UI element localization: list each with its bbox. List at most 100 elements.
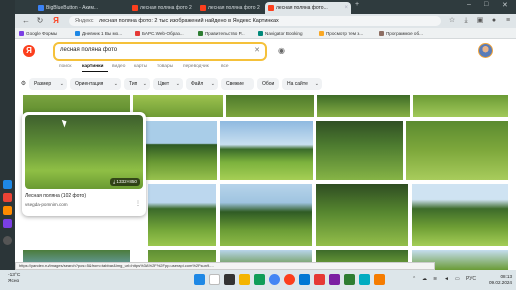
bookmark-item[interactable]: Navigator Booking	[258, 29, 303, 38]
input-language[interactable]: РУС	[466, 276, 476, 282]
image-result[interactable]	[226, 95, 314, 117]
clear-icon[interactable]: ✕	[254, 46, 260, 54]
image-result[interactable]	[220, 184, 312, 246]
reload-icon[interactable]: ↻	[35, 16, 45, 26]
search-icon[interactable]	[209, 274, 220, 285]
service-translator[interactable]: переводчик	[183, 64, 209, 69]
search-input[interactable]: лесная поляна фото ✕	[53, 42, 267, 61]
clock[interactable]: 08:13 09.02.2024	[484, 274, 512, 286]
extensions-icon[interactable]: ▣	[475, 16, 485, 26]
app-icon[interactable]	[254, 274, 265, 285]
tray-chevron-icon[interactable]: ⌃	[412, 276, 416, 282]
wifi-icon[interactable]: ≋	[433, 276, 437, 282]
bookmarks-bar: Google Формы Дневник 1 Вы мо... БАРС.Web…	[15, 28, 516, 39]
active-tab-underline	[82, 71, 108, 72]
cloud-icon[interactable]: ☁	[422, 276, 427, 282]
weather-widget[interactable]: -13°C Ясно	[8, 273, 20, 285]
bookmark-item[interactable]: Программое об...	[379, 29, 423, 38]
image-size-badge[interactable]: ⤓ 1332×850	[110, 178, 140, 186]
camera-search-icon[interactable]: ◉	[278, 46, 285, 55]
filters-row: ⚙ Размер ⌄ Ориентация ⌄ Тип ⌄ Цвет ⌄ Файл ⌄ С…	[15, 78, 516, 91]
tab-search-1[interactable]: лесная поляна фото 2	[129, 2, 195, 14]
filter-color[interactable]: Цвет ⌄	[153, 78, 183, 90]
tab-bigbluebutton[interactable]: BigBlueButton - Аким...	[35, 2, 127, 14]
battery-icon[interactable]: ▭	[455, 276, 460, 282]
close-tab-icon[interactable]: ×	[344, 2, 348, 14]
yandex-home-icon[interactable]: Я	[51, 16, 61, 26]
screen: BigBlueButton - Аким... лесная поляна фо…	[0, 0, 516, 290]
app-icon[interactable]	[329, 274, 340, 285]
app-icon[interactable]	[374, 274, 385, 285]
tab-label: лесная поляна фото 2	[208, 5, 260, 11]
profile-icon[interactable]: ●	[489, 16, 499, 26]
tab-label: BigBlueButton - Аким...	[46, 5, 99, 11]
tab-label: лесная поляна фото...	[276, 5, 328, 11]
image-result[interactable]	[133, 95, 223, 117]
app-icon[interactable]	[344, 274, 355, 285]
address-bar[interactable]: Яндекс лесная поляна фото: 2 тыс изображ…	[69, 16, 441, 26]
tab-strip: BigBlueButton - Аким... лесная поляна фо…	[15, 0, 516, 14]
image-result[interactable]	[148, 184, 216, 246]
tab-favicon	[132, 5, 138, 11]
filter-type[interactable]: Тип ⌄	[124, 78, 150, 90]
app-icon[interactable]	[299, 274, 310, 285]
maximize-button[interactable]: □	[484, 1, 488, 8]
image-source-site[interactable]: vsegda-pomnim.com	[25, 202, 68, 207]
task-view-icon[interactable]	[224, 274, 235, 285]
bookmark-item[interactable]: Правительство Р...	[198, 29, 245, 38]
filter-orientation[interactable]: Ориентация ⌄	[70, 78, 121, 90]
more-options-icon[interactable]: ⋮	[135, 200, 141, 207]
bookmark-item[interactable]: Просмотр тем з...	[319, 29, 363, 38]
image-preview[interactable]: ⤓ 1332×850	[25, 115, 143, 189]
avatar[interactable]	[478, 43, 493, 58]
filter-wallpapers[interactable]: Обои	[257, 78, 279, 90]
bookmark-item[interactable]: Google Формы	[19, 29, 57, 38]
app-icon[interactable]	[359, 274, 370, 285]
yandex-browser-icon[interactable]	[284, 274, 295, 285]
image-result[interactable]	[412, 184, 508, 246]
volume-icon[interactable]: ◄	[444, 276, 449, 282]
service-images[interactable]: картинки	[82, 64, 103, 69]
image-result[interactable]	[220, 121, 313, 180]
tab-search-active[interactable]: лесная поляна фото... ×	[265, 2, 351, 14]
image-result[interactable]	[413, 95, 508, 117]
image-hover-card[interactable]: ⤓ 1332×850 Лесная поляна (102 фото) vseg…	[22, 112, 146, 216]
back-arrow-icon[interactable]: ←	[21, 16, 31, 26]
filters-icon[interactable]: ⚙	[18, 78, 29, 90]
bookmark-item[interactable]: БАРС.Web-Образ...	[135, 29, 184, 38]
file-explorer-icon[interactable]	[239, 274, 250, 285]
filter-on-site[interactable]: На сайте ⌄	[282, 78, 322, 90]
filter-file[interactable]: Файл ⌄	[186, 78, 218, 90]
weather-text: Ясно	[8, 279, 20, 284]
settings-icon[interactable]	[3, 236, 12, 245]
app-icon[interactable]	[314, 274, 325, 285]
service-all[interactable]: все	[221, 64, 229, 69]
messenger-icon[interactable]	[3, 180, 12, 189]
filter-fresh[interactable]: Свежие	[221, 78, 254, 90]
close-window-button[interactable]: ✕	[502, 1, 508, 9]
minimize-button[interactable]: –	[467, 1, 471, 8]
app-icon[interactable]	[3, 193, 12, 202]
menu-icon[interactable]: ≡	[503, 16, 513, 26]
new-tab-button[interactable]: +	[355, 1, 359, 8]
service-maps[interactable]: карты	[134, 64, 147, 69]
chrome-icon[interactable]	[269, 274, 280, 285]
image-result[interactable]	[406, 121, 508, 180]
windows-start-icon[interactable]	[194, 274, 205, 285]
image-result[interactable]	[316, 121, 403, 180]
tab-search-2[interactable]: лесная поляна фото 2	[197, 2, 263, 14]
app-icon[interactable]	[3, 206, 12, 215]
service-video[interactable]: видео	[112, 64, 125, 69]
yandex-logo[interactable]: Я	[23, 45, 35, 57]
image-result[interactable]	[316, 184, 408, 246]
image-result[interactable]	[317, 95, 410, 117]
bookmark-item[interactable]: Дневник 1 Вы мо...	[75, 29, 122, 38]
bookmark-star-icon[interactable]: ☆	[447, 16, 457, 26]
filter-size[interactable]: Размер ⌄	[29, 78, 67, 90]
app-icon[interactable]	[3, 219, 12, 228]
image-title[interactable]: Лесная поляна (102 фото)	[25, 193, 86, 199]
download-icon[interactable]: ⤓	[461, 16, 471, 26]
service-goods[interactable]: товары	[157, 64, 173, 69]
taskbar: -13°C Ясно ⌃ ☁ ≋ ◄ ▭ РУС 08:13 09.02.202…	[0, 270, 516, 290]
service-search[interactable]: поиск	[59, 64, 71, 69]
